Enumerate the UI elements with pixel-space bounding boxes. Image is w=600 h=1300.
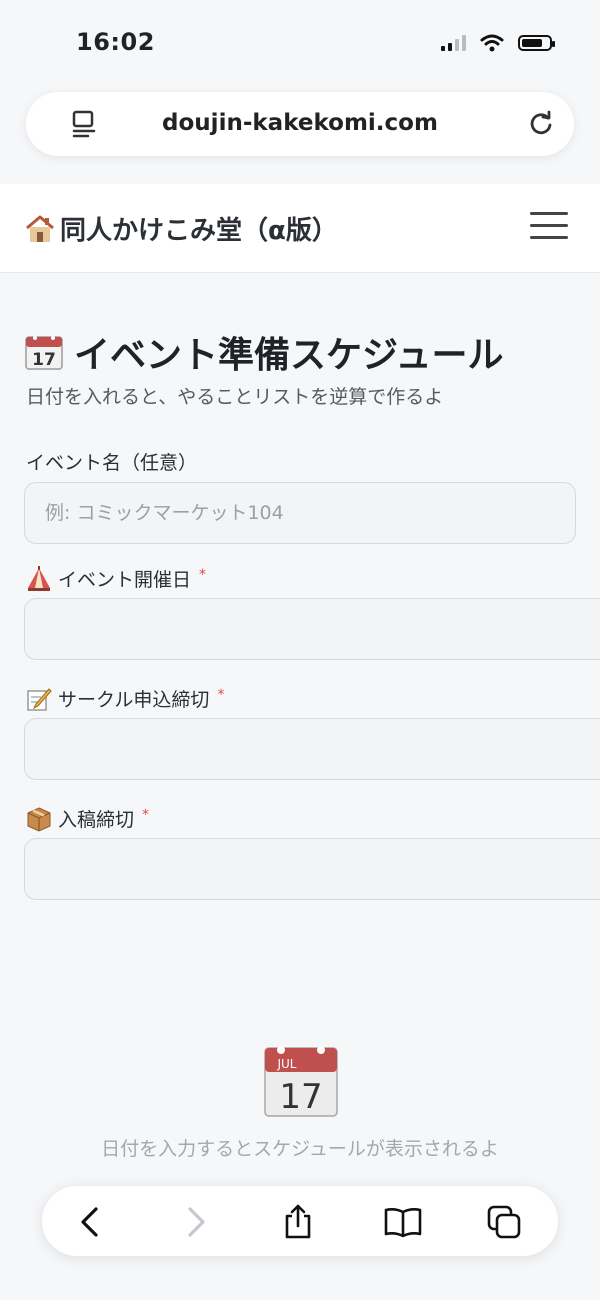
page-subtitle: 日付を入れると、やることリストを逆算で作るよ	[26, 386, 444, 408]
browser-toolbar	[42, 1186, 558, 1256]
tabs-icon[interactable]	[486, 1204, 522, 1240]
required-mark: *	[199, 566, 207, 583]
status-time: 16:02	[76, 28, 155, 56]
site-title-text: 同人かけこみ堂（α版）	[60, 216, 338, 246]
submission-deadline-field[interactable]	[24, 838, 600, 900]
circle-deadline-field[interactable]	[24, 718, 600, 780]
memo-icon	[27, 687, 52, 711]
url-text[interactable]: doujin-kakekomi.com	[26, 110, 574, 136]
circle-deadline-input[interactable]	[25, 719, 600, 779]
page-title: 17 イベント準備スケジュール	[24, 326, 503, 378]
event-name-field[interactable]	[24, 482, 576, 544]
status-bar: 16:02	[0, 0, 600, 90]
circus-tent-icon	[28, 565, 50, 591]
calendar-month-text: JUL	[276, 1057, 296, 1071]
hamburger-menu-icon[interactable]	[530, 212, 568, 242]
page-title-text: イベント準備スケジュール	[74, 335, 504, 376]
house-icon	[26, 215, 54, 242]
battery-icon	[518, 35, 555, 51]
signal-icon	[441, 35, 466, 51]
event-date-field[interactable]	[24, 598, 600, 660]
calendar-icon: JUL 17	[264, 1046, 338, 1117]
circle-deadline-label-text: サークル申込締切	[58, 689, 210, 711]
bookmarks-icon[interactable]	[382, 1204, 424, 1240]
required-mark: *	[142, 806, 150, 823]
circle-deadline-label: サークル申込締切 *	[26, 685, 224, 712]
calendar-day-text: 17	[279, 1077, 322, 1117]
status-icons	[441, 34, 555, 52]
event-date-label-text: イベント開催日	[58, 569, 192, 591]
wifi-icon	[480, 34, 504, 52]
package-icon	[27, 806, 51, 832]
submission-deadline-label-text: 入稿締切	[58, 809, 135, 831]
submission-deadline-label: 入稿締切 *	[26, 805, 149, 832]
event-name-input[interactable]	[25, 483, 575, 543]
event-name-label: イベント名（任意）	[26, 448, 197, 475]
empty-state-text: 日付を入力するとスケジュールが表示されるよ	[101, 1138, 499, 1160]
submission-deadline-input[interactable]	[25, 839, 600, 899]
event-date-input[interactable]	[25, 599, 600, 659]
site-header: 同人かけこみ堂（α版）	[0, 184, 600, 273]
required-mark: *	[217, 686, 225, 703]
forward-icon[interactable]	[178, 1204, 214, 1240]
calendar-icon: 17	[25, 336, 63, 370]
share-icon[interactable]	[280, 1204, 316, 1240]
event-name-label-text: イベント名（任意）	[26, 452, 198, 474]
site-title[interactable]: 同人かけこみ堂（α版）	[24, 210, 338, 247]
calendar-day-text: 17	[32, 350, 56, 370]
address-bar[interactable]: doujin-kakekomi.com	[26, 92, 574, 156]
back-icon[interactable]	[72, 1204, 108, 1240]
reload-icon[interactable]	[526, 108, 556, 138]
event-date-label: イベント開催日 *	[26, 565, 206, 592]
